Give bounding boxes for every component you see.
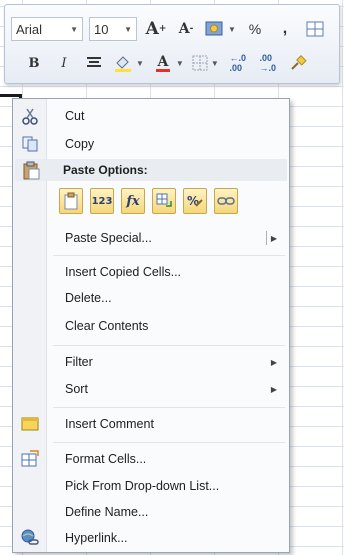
- plus-icon: +: [158, 24, 167, 34]
- link-icon: [217, 197, 235, 205]
- paste-button[interactable]: [59, 188, 83, 214]
- menu-item-format-cells-label: Format Cells...: [65, 452, 147, 466]
- menu-item-delete-label: Delete...: [65, 291, 112, 305]
- clipboard-icon: [23, 161, 40, 180]
- paste-options-header: Paste Options:: [15, 159, 287, 181]
- fill-color-icon: [115, 56, 131, 72]
- paste-transpose-button[interactable]: [152, 188, 176, 214]
- borders-icon: [192, 55, 208, 71]
- menu-separator: [53, 407, 285, 408]
- menu-separator: [53, 345, 285, 346]
- chevron-down-icon: ▼: [136, 58, 144, 68]
- chevron-down-icon: ▼: [124, 24, 132, 34]
- accounting-format-button[interactable]: ▼: [205, 17, 236, 41]
- menu-item-cut[interactable]: Cut: [15, 103, 287, 129]
- menu-item-filter[interactable]: Filter ▶: [15, 349, 287, 375]
- chevron-down-icon: ▼: [70, 24, 78, 34]
- minus-icon: -: [189, 24, 194, 34]
- format-painter-icon: [291, 55, 307, 70]
- decrease-decimal-icon: .00 →.0: [259, 53, 277, 73]
- chevron-down-icon[interactable]: ▼: [176, 59, 184, 68]
- menu-item-define-name[interactable]: Define Name...: [15, 499, 287, 525]
- mini-toolbar-row-2: B I ▼ A ▼ ▼ ←.0 .00 .00 →.0: [11, 49, 309, 77]
- align-center-button[interactable]: [83, 51, 105, 75]
- grow-font-button[interactable]: A +: [145, 17, 167, 41]
- font-size-value: 10: [94, 21, 109, 37]
- paste-options-label: Paste Options:: [63, 163, 148, 177]
- context-menu: Cut Copy Paste Options: 123 fx % Paste S…: [12, 98, 290, 553]
- font-color-button[interactable]: A: [152, 51, 174, 75]
- mini-toolbar: Arial ▼ 10 ▼ A + A- ▼ % , B I ▼ A ▼ ▼ ←.…: [4, 4, 340, 84]
- menu-item-insert-copied-cells-label: Insert Copied Cells...: [65, 265, 182, 279]
- triangle-right-icon[interactable]: ▶: [271, 234, 277, 243]
- menu-item-hyperlink-label: Hyperlink...: [65, 531, 128, 545]
- menu-separator: [53, 255, 285, 256]
- paste-formatting-button[interactable]: %: [183, 188, 207, 214]
- paste-values-button[interactable]: 123: [90, 188, 114, 214]
- paste-link-button[interactable]: [214, 188, 238, 214]
- shrink-font-button[interactable]: A-: [175, 17, 197, 41]
- menu-item-paste-special-label: Paste Special...: [65, 231, 152, 245]
- comment-icon: [21, 417, 39, 431]
- decrease-decimal-button[interactable]: .00 →.0: [257, 51, 279, 75]
- format-cells-icon: [21, 450, 39, 467]
- menu-item-sort[interactable]: Sort ▶: [15, 376, 287, 402]
- borders-button[interactable]: ▼: [192, 51, 219, 75]
- shrink-font-label: A: [178, 21, 190, 37]
- format-painter-button[interactable]: [287, 51, 309, 75]
- hyperlink-icon: [21, 529, 39, 545]
- format-painter-grid-button[interactable]: [304, 17, 326, 41]
- increase-decimal-button[interactable]: ←.0.00: [227, 51, 249, 75]
- paste-formulas-button[interactable]: fx: [121, 188, 145, 214]
- chevron-down-icon: ▼: [210, 58, 219, 68]
- mini-toolbar-row-1: Arial ▼ 10 ▼ A + A- ▼ % ,: [11, 15, 326, 43]
- font-size-combobox[interactable]: 10 ▼: [89, 17, 137, 41]
- menu-item-sort-label: Sort: [65, 382, 88, 396]
- menu-item-pick-from-dropdown-label: Pick From Drop-down List...: [65, 479, 220, 493]
- comma-style-button[interactable]: ,: [274, 17, 296, 41]
- menu-item-pick-from-dropdown[interactable]: Pick From Drop-down List...: [15, 473, 287, 499]
- menu-item-filter-label: Filter: [65, 355, 93, 369]
- font-color-swatch: [155, 68, 170, 72]
- accounting-icon: [205, 21, 223, 36]
- menu-item-clear-contents-label: Clear Contents: [65, 319, 149, 333]
- grow-font-label: A: [145, 19, 159, 39]
- align-center-icon: [87, 57, 101, 67]
- transpose-icon: [156, 193, 172, 207]
- menu-item-delete[interactable]: Delete...: [15, 285, 287, 311]
- menu-item-define-name-label: Define Name...: [65, 505, 149, 519]
- triangle-right-icon: ▶: [270, 357, 277, 367]
- triangle-right-icon: ▶: [270, 384, 277, 394]
- chevron-down-icon: ▼: [228, 24, 236, 34]
- split-divider: [266, 231, 267, 245]
- font-name-combobox[interactable]: Arial ▼: [11, 17, 83, 41]
- scissors-icon: [22, 108, 38, 125]
- menu-item-copy-label: Copy: [65, 137, 95, 151]
- percent-style-button[interactable]: %: [244, 17, 266, 41]
- merge-cells-icon: [306, 21, 324, 37]
- menu-item-insert-comment[interactable]: Insert Comment: [15, 411, 287, 437]
- bold-button[interactable]: B: [23, 51, 45, 75]
- menu-item-paste-special[interactable]: Paste Special... ▶: [15, 225, 287, 251]
- paste-options-row: 123 fx %: [59, 185, 289, 217]
- font-name-value: Arial: [16, 21, 43, 37]
- copy-icon: [22, 136, 38, 152]
- menu-item-clear-contents[interactable]: Clear Contents: [15, 313, 287, 339]
- menu-item-copy[interactable]: Copy: [15, 131, 287, 157]
- percent-format-icon: %: [187, 194, 203, 208]
- clipboard-icon: [64, 192, 78, 210]
- menu-separator: [53, 442, 285, 443]
- menu-item-cut-label: Cut: [65, 109, 85, 123]
- menu-item-hyperlink[interactable]: Hyperlink...: [15, 525, 287, 551]
- increase-decimal-icon: ←.0.00: [229, 53, 247, 73]
- font-color-label: A: [157, 53, 169, 70]
- italic-button[interactable]: I: [53, 51, 75, 75]
- menu-item-insert-copied-cells[interactable]: Insert Copied Cells...: [15, 259, 287, 285]
- menu-item-insert-comment-label: Insert Comment: [65, 417, 154, 431]
- fill-color-button[interactable]: ▼: [113, 51, 144, 75]
- menu-item-format-cells[interactable]: Format Cells...: [15, 446, 287, 472]
